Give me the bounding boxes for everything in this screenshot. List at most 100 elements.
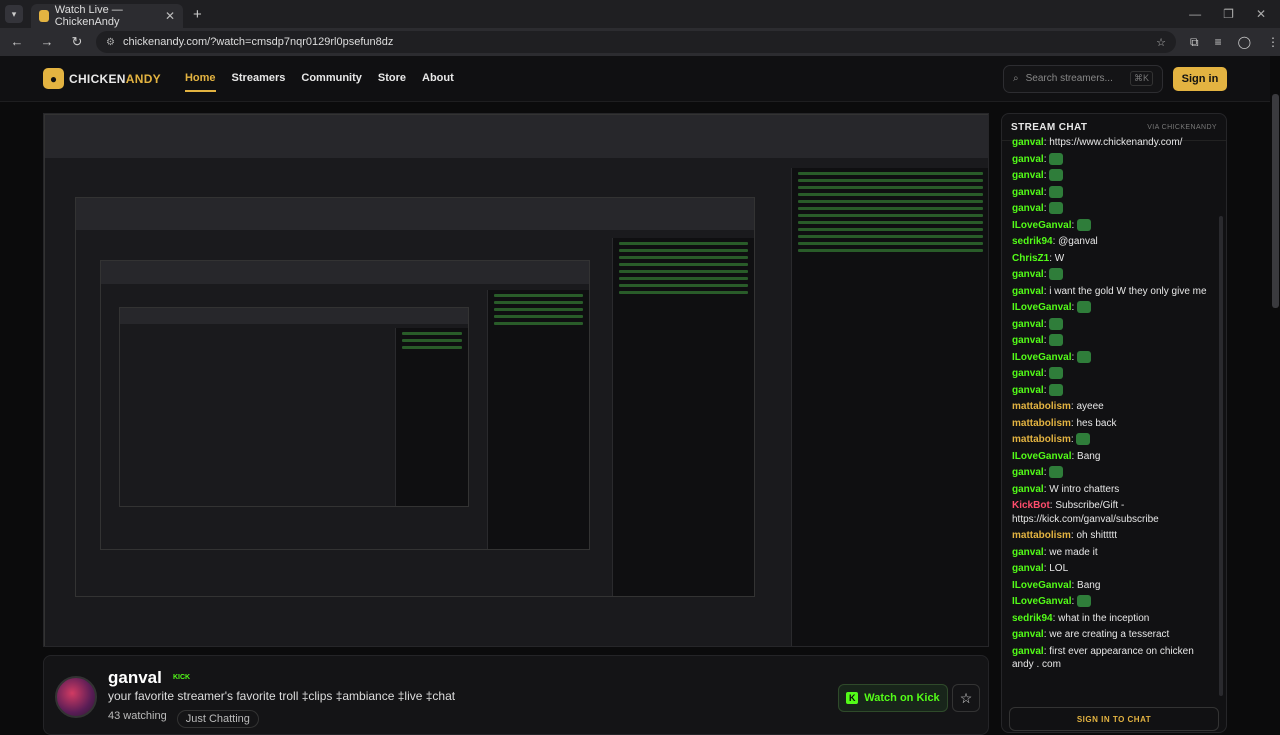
chat-username[interactable]: ganval: [1012, 484, 1044, 495]
nav-store[interactable]: Store: [378, 66, 406, 92]
stream-chat-panel: STREAM CHAT VIA CHICKENANDY ganval: http…: [1001, 113, 1227, 733]
page-scrollbar[interactable]: [1272, 94, 1279, 308]
nav-streamers[interactable]: Streamers: [232, 66, 286, 92]
kick-icon: K: [846, 692, 859, 704]
chat-username[interactable]: sedrik94: [1012, 613, 1053, 624]
chat-username[interactable]: mattabolism: [1012, 530, 1071, 541]
chat-text: @ganval: [1058, 236, 1098, 247]
nav-community[interactable]: Community: [301, 66, 362, 92]
chat-username[interactable]: ILoveGanval: [1012, 580, 1071, 591]
chat-username[interactable]: ganval: [1012, 385, 1044, 396]
chat-via: VIA CHICKENANDY: [1147, 123, 1217, 131]
logo-text-b: ANDY: [125, 71, 161, 86]
bookmark-star-icon[interactable]: ☆: [1156, 36, 1166, 49]
watch-button-label: Watch on Kick: [864, 692, 940, 704]
close-tab-icon[interactable]: ✕: [165, 9, 175, 23]
chat-username[interactable]: ganval: [1012, 319, 1044, 330]
chat-username[interactable]: ChrisZ1: [1012, 253, 1049, 264]
tab-search-button[interactable]: ▾: [5, 5, 23, 23]
chat-username[interactable]: ganval: [1012, 170, 1044, 181]
chat-username[interactable]: ganval: [1012, 547, 1044, 558]
media-icon[interactable]: ≡: [1215, 35, 1222, 50]
chat-username[interactable]: ganval: [1012, 137, 1044, 148]
category-pill[interactable]: Just Chatting: [176, 710, 259, 728]
chat-username[interactable]: ganval: [1012, 154, 1044, 165]
stream-player[interactable]: 43: [43, 113, 989, 647]
back-icon[interactable]: ←: [10, 34, 24, 50]
chat-message: ILoveGanval:: [1012, 301, 1208, 315]
close-window-icon[interactable]: ✕: [1256, 7, 1266, 21]
url-text: chickenandy.com/?watch=cmsdp7nqr0129rl0p…: [122, 36, 394, 48]
chat-scrollbar[interactable]: [1219, 216, 1223, 696]
new-tab-icon[interactable]: +: [193, 6, 202, 23]
emote-icon: [1049, 466, 1064, 479]
reload-icon[interactable]: ↻: [70, 34, 84, 50]
main-nav: Home Streamers Community Store About: [184, 66, 454, 92]
chat-username[interactable]: ILoveGanval: [1012, 220, 1071, 231]
chat-message: mattabolism: ayeee: [1012, 401, 1104, 412]
chat-username[interactable]: mattabolism: [1012, 434, 1071, 445]
site-info-icon[interactable]: ⚙: [106, 37, 115, 48]
chat-username[interactable]: mattabolism: [1012, 418, 1071, 429]
chat-text: we made it: [1049, 546, 1098, 558]
streamer-name: ganval: [108, 668, 162, 687]
recursive-frame-2: [75, 197, 755, 597]
search-placeholder: Search streamers...: [1025, 73, 1113, 84]
window-controls: — ❐ ✕: [1189, 7, 1280, 21]
chat-message: ganval:: [1012, 367, 1208, 381]
chat-username[interactable]: ganval: [1012, 203, 1044, 214]
chat-message: ganval: we made it: [1012, 546, 1098, 558]
chat-username[interactable]: ILoveGanval: [1012, 596, 1071, 607]
sign-in-to-chat-button[interactable]: SIGN IN TO CHAT: [1009, 707, 1219, 731]
chat-username[interactable]: ganval: [1012, 335, 1044, 346]
browser-tab-bar: ▾ Watch Live — ChickenAndy ✕ + — ❐ ✕: [0, 0, 1280, 28]
chat-username[interactable]: ganval: [1012, 269, 1044, 280]
emote-icon: [1077, 218, 1092, 231]
forward-icon[interactable]: →: [40, 34, 54, 50]
favicon-icon: [39, 10, 49, 22]
chat-username[interactable]: ILoveGanval: [1012, 302, 1071, 313]
chat-message: ganval: i want the gold W they only give…: [1012, 285, 1207, 297]
nav-about[interactable]: About: [422, 66, 454, 92]
chat-username[interactable]: ILoveGanval: [1012, 451, 1071, 462]
chat-message: ganval:: [1012, 466, 1208, 480]
minimize-icon[interactable]: —: [1189, 7, 1201, 21]
chat-username[interactable]: ILoveGanval: [1012, 352, 1071, 363]
chat-username[interactable]: mattabolism: [1012, 401, 1071, 412]
browser-menu-icon[interactable]: ⋮: [1267, 35, 1279, 50]
profile-icon[interactable]: ◯: [1238, 35, 1251, 50]
emote-icon: [1077, 350, 1092, 363]
search-input[interactable]: ⌕ Search streamers... ⌘K: [1003, 64, 1163, 93]
signin-button[interactable]: Sign in: [1173, 66, 1227, 91]
avatar[interactable]: [55, 676, 97, 718]
watch-on-kick-button[interactable]: K Watch on Kick: [838, 684, 948, 712]
chat-username[interactable]: ganval: [1012, 563, 1044, 574]
chat-username[interactable]: ganval: [1012, 646, 1044, 657]
extensions-icon[interactable]: ⧉: [1190, 35, 1199, 50]
chat-messages: ganval: https://www.chickenandy.com/ganv…: [1012, 136, 1208, 675]
chat-username[interactable]: ganval: [1012, 286, 1044, 297]
nav-home[interactable]: Home: [184, 66, 216, 92]
chat-message: ILoveGanval:: [1012, 218, 1208, 233]
recursive-frame-1: [44, 114, 988, 646]
chat-message: ILoveGanval: Bang: [1012, 579, 1101, 591]
chat-text: Bang: [1077, 579, 1101, 591]
chat-username[interactable]: ganval: [1012, 467, 1044, 478]
url-field[interactable]: ⚙ chickenandy.com/?watch=cmsdp7nqr0129rl…: [96, 31, 1176, 53]
maximize-icon[interactable]: ❐: [1223, 7, 1234, 21]
site-logo[interactable]: ● CHICKENANDY: [43, 68, 161, 89]
chat-username[interactable]: KickBot: [1012, 500, 1050, 511]
favorite-star-icon[interactable]: ☆: [952, 684, 980, 712]
chat-message: KickBot: Subscribe/Gift - https://kick.c…: [1012, 500, 1159, 525]
browser-tab[interactable]: Watch Live — ChickenAndy ✕: [31, 4, 183, 28]
logo-text-a: CHICKEN: [69, 71, 126, 86]
chicken-logo-icon: ●: [43, 68, 64, 89]
chat-message: ChrisZ1: W: [1012, 252, 1065, 264]
chat-message: ganval:: [1012, 268, 1208, 282]
chat-username[interactable]: ganval: [1012, 629, 1044, 640]
emote-icon: [1077, 301, 1092, 314]
chat-username[interactable]: ganval: [1012, 368, 1044, 379]
chat-message: mattabolism: hes back: [1012, 417, 1117, 429]
chat-username[interactable]: sedrik94: [1012, 236, 1053, 247]
chat-username[interactable]: ganval: [1012, 187, 1044, 198]
